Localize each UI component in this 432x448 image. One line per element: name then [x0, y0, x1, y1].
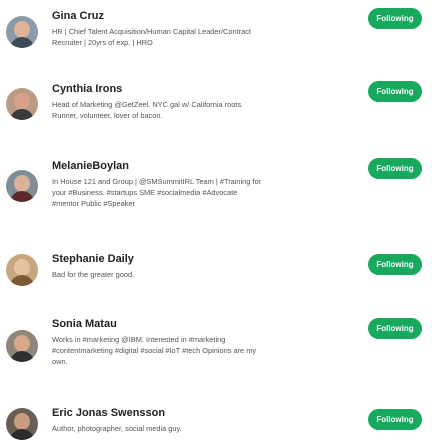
user-bio: Head of Marketing @GetZeel. NYC gal w/ C…: [52, 99, 352, 121]
following-button[interactable]: Following: [368, 8, 422, 29]
bio-line: your #Business. #startups SME #socialmed…: [52, 188, 238, 197]
list-item: Eric Jonas Swensson Author, photographer…: [52, 407, 352, 434]
avatar-body: [10, 351, 34, 362]
user-bio: Author, photographer, social media guy.: [52, 423, 352, 434]
user-name[interactable]: Gina Cruz: [52, 10, 352, 23]
user-name[interactable]: Eric Jonas Swensson: [52, 407, 352, 420]
avatar-face: [14, 21, 30, 38]
bio-line: Head of Marketing @GetZeel. NYC gal w/ C…: [52, 100, 244, 109]
user-bio: Bad for the greater good.: [52, 269, 352, 280]
list-item: Gina Cruz HR | Chief Talent Acquisition/…: [52, 10, 352, 48]
avatar[interactable]: [6, 254, 38, 286]
avatar-row: [6, 330, 50, 362]
avatar[interactable]: [6, 16, 38, 48]
bio-line: In House 121 and Group | @SMSummitIRL Te…: [52, 177, 262, 186]
bio-line: own.: [52, 357, 68, 366]
avatar[interactable]: [6, 88, 38, 120]
following-button[interactable]: Following: [368, 158, 422, 179]
bio-line: #contentmarketing #digital #social #IoT …: [52, 346, 257, 355]
list-item: Sonia Matau Works in #marketing @IBM. In…: [52, 318, 352, 367]
user-bio: HR | Chief Talent Acquisition/Human Capi…: [52, 26, 352, 48]
avatar-row: [6, 16, 50, 48]
bio-line: Runner, volunteer, lover of bacon.: [52, 111, 163, 120]
avatar[interactable]: [6, 330, 38, 362]
avatar-row: [6, 254, 50, 286]
avatar-strip: [0, 0, 56, 448]
avatar-body: [10, 275, 34, 286]
list-item: Cynthia Irons Head of Marketing @GetZeel…: [52, 83, 352, 121]
avatar-face: [14, 259, 30, 276]
avatar-row: [6, 408, 50, 440]
user-name[interactable]: MelanieBoylan: [52, 160, 352, 173]
avatar-body: [10, 109, 34, 120]
user-name[interactable]: Sonia Matau: [52, 318, 352, 331]
avatar-row: [6, 170, 50, 202]
list-item: MelanieBoylan In House 121 and Group | @…: [52, 160, 352, 209]
avatar-face: [14, 93, 30, 110]
bio-line: Recruiter | 20yrs of exp. | HRO: [52, 38, 153, 47]
avatar[interactable]: [6, 408, 38, 440]
user-bio: Works in #marketing @IBM. Interested in …: [52, 334, 352, 367]
avatar[interactable]: [6, 170, 38, 202]
avatar-body: [10, 429, 34, 440]
avatar-face: [14, 175, 30, 192]
following-button[interactable]: Following: [368, 409, 422, 430]
bio-line: Author, photographer, social media guy.: [52, 424, 182, 433]
bio-line: HR | Chief Talent Acquisition/Human Capi…: [52, 27, 251, 36]
user-bio: In House 121 and Group | @SMSummitIRL Te…: [52, 176, 352, 209]
user-name[interactable]: Cynthia Irons: [52, 83, 352, 96]
user-name[interactable]: Stephanie Daily: [52, 253, 352, 266]
bio-line: #mentor Public #Speaker: [52, 199, 135, 208]
list-item: Stephanie Daily Bad for the greater good…: [52, 253, 352, 280]
avatar-face: [14, 413, 30, 430]
avatar-body: [10, 37, 34, 48]
avatar-face: [14, 335, 30, 352]
bio-line: Works in #marketing @IBM. Interested in …: [52, 335, 226, 344]
bio-line: Bad for the greater good.: [52, 270, 135, 279]
avatar-body: [10, 191, 34, 202]
avatar-row: [6, 88, 50, 120]
following-button[interactable]: Following: [368, 254, 422, 275]
following-button[interactable]: Following: [368, 81, 422, 102]
following-button[interactable]: Following: [368, 318, 422, 339]
